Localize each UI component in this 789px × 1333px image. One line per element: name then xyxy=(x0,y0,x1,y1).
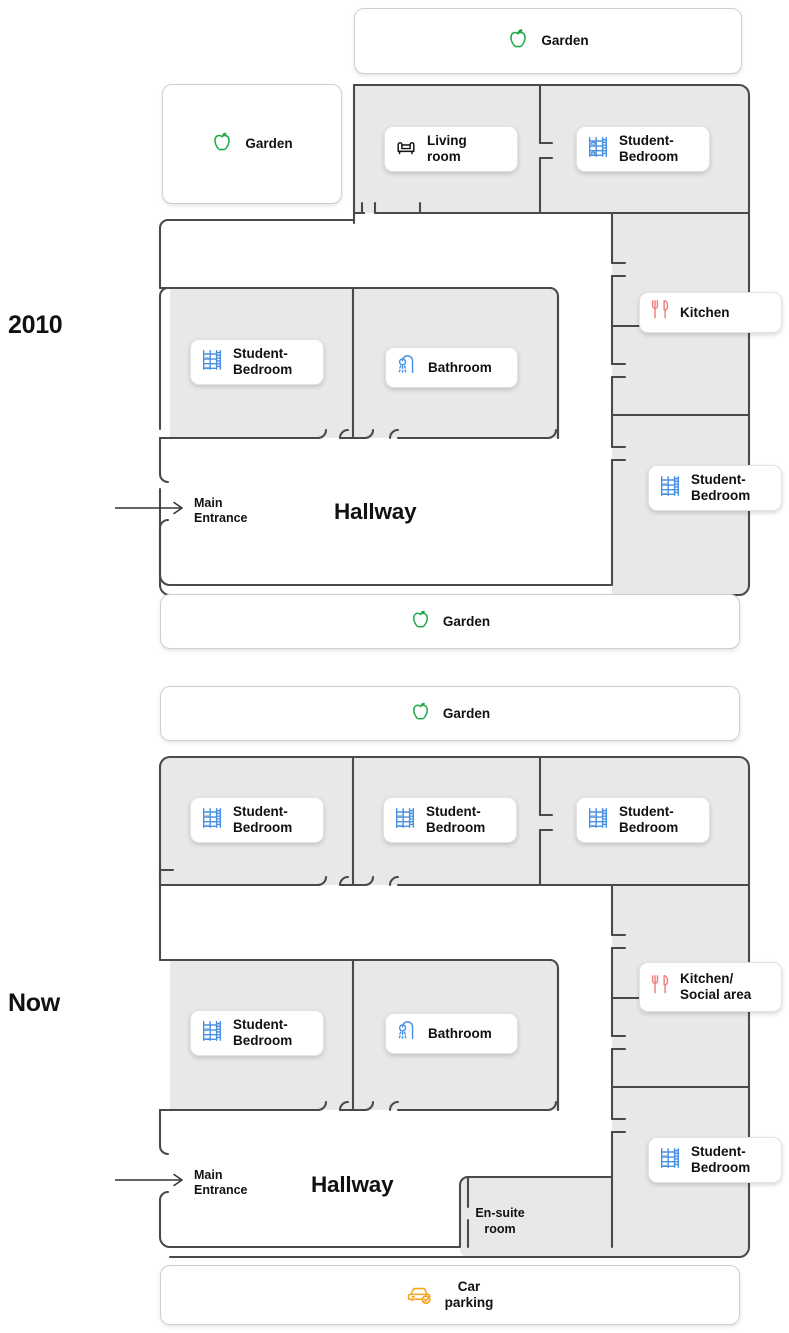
student-bedroom-label: Student- Bedroom xyxy=(233,804,293,835)
kitchen-social-label: Kitchen/ Social area xyxy=(680,971,752,1002)
garden-bottom-2010: Garden xyxy=(160,594,740,649)
student-bedroom-label: Student- Bedroom xyxy=(233,1017,293,1048)
bathroom-label: Bathroom xyxy=(428,1025,492,1041)
hallway-label-2010: Hallway xyxy=(334,499,417,524)
bunk-bed-icon xyxy=(658,1146,682,1175)
garden-bottom-2010-label: Garden xyxy=(442,613,491,629)
bunk-bed-icon xyxy=(586,135,610,164)
main-entrance-label-2010: Main Entrance xyxy=(194,496,248,525)
kitchen-chip-2010: Kitchen xyxy=(639,292,782,333)
bunk-bed-icon xyxy=(658,474,682,503)
apple-icon xyxy=(507,27,529,56)
ensuite-room-label: En-suite room xyxy=(475,1206,525,1236)
bunk-bed-icon xyxy=(200,806,224,835)
era-label-now: Now xyxy=(8,989,60,1017)
student-bedroom-label: Student- Bedroom xyxy=(691,472,751,503)
student-bedroom-label: Student- Bedroom xyxy=(691,1144,751,1175)
shower-icon xyxy=(395,1019,419,1048)
student-bedroom-chip-2010-c: Student- Bedroom xyxy=(648,465,782,511)
car-parking-label: Car parking xyxy=(444,1279,494,1310)
car-parking-now: Car parking xyxy=(160,1265,740,1325)
kitchen-social-chip-now: Kitchen/ Social area xyxy=(639,962,782,1012)
armchair-icon xyxy=(394,136,418,163)
student-bedroom-chip-now-b: Student- Bedroom xyxy=(383,797,517,843)
floor-plan-diagram: 2010 Now Garden Garden Living room Stude… xyxy=(0,0,789,1333)
garden-top-now: Garden xyxy=(160,686,740,741)
arrow-right-icon xyxy=(114,500,188,521)
apple-icon xyxy=(410,700,431,728)
hallway-label-now: Hallway xyxy=(311,1172,394,1197)
student-bedroom-chip-now-d: Student- Bedroom xyxy=(190,1010,324,1056)
kitchen-label: Kitchen xyxy=(680,304,730,320)
bunk-bed-icon xyxy=(586,806,610,835)
fork-knife-icon xyxy=(649,973,671,1002)
garden-top-2010-label: Garden xyxy=(541,33,589,49)
student-bedroom-chip-2010-b: Student- Bedroom xyxy=(190,339,324,385)
bathroom-label: Bathroom xyxy=(428,359,492,375)
living-room-label: Living room xyxy=(427,133,467,164)
bunk-bed-icon xyxy=(393,806,417,835)
student-bedroom-chip-now-a: Student- Bedroom xyxy=(190,797,324,843)
bathroom-chip-now: Bathroom xyxy=(385,1013,518,1054)
fork-knife-icon xyxy=(649,298,671,327)
student-bedroom-chip-now-c: Student- Bedroom xyxy=(576,797,710,843)
garden-top-2010: Garden xyxy=(354,8,742,74)
student-bedroom-chip-now-e: Student- Bedroom xyxy=(648,1137,782,1183)
shower-icon xyxy=(395,353,419,382)
student-bedroom-label: Student- Bedroom xyxy=(619,133,679,164)
bunk-bed-icon xyxy=(200,348,224,377)
bunk-bed-icon xyxy=(200,1019,224,1048)
apple-icon xyxy=(410,608,431,636)
bathroom-chip-2010: Bathroom xyxy=(385,347,518,388)
student-bedroom-chip-2010-a: Student- Bedroom xyxy=(576,126,710,172)
student-bedroom-label: Student- Bedroom xyxy=(619,804,679,835)
arrow-right-icon xyxy=(114,1172,188,1193)
main-entrance-label-now: Main Entrance xyxy=(194,1168,248,1197)
student-bedroom-label: Student- Bedroom xyxy=(233,346,293,377)
garden-top-now-label: Garden xyxy=(442,705,491,721)
living-room-chip-2010: Living room xyxy=(384,126,518,172)
student-bedroom-label: Student- Bedroom xyxy=(426,804,486,835)
era-label-2010: 2010 xyxy=(8,311,63,339)
car-icon xyxy=(407,1281,433,1310)
